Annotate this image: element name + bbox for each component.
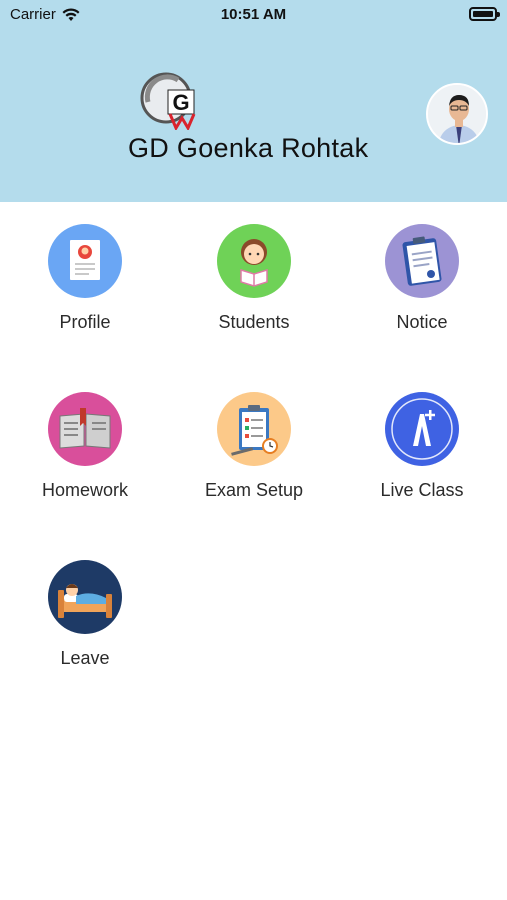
sleeping-bed-icon bbox=[48, 560, 122, 634]
clipboard-notice-icon bbox=[385, 224, 459, 298]
app-header: Carrier 10:51 AM G GD Goenka Rohtak bbox=[0, 0, 507, 202]
exam-checklist-icon bbox=[217, 392, 291, 466]
menu-item-live-class[interactable]: Live Class bbox=[347, 392, 497, 501]
menu-item-label: Homework bbox=[41, 480, 129, 500]
menu-item-students[interactable]: Students bbox=[179, 224, 329, 333]
user-photo-icon bbox=[428, 85, 486, 143]
profile-card-icon bbox=[48, 224, 122, 298]
school-logo: G bbox=[140, 72, 196, 130]
status-bar: Carrier 10:51 AM bbox=[0, 0, 507, 30]
menu-item-notice[interactable]: Notice bbox=[347, 224, 497, 333]
live-class-icon bbox=[385, 392, 459, 466]
open-book-icon bbox=[48, 392, 122, 466]
menu-item-label: Students bbox=[218, 312, 290, 332]
menu-item-exam-setup[interactable]: Exam Setup bbox=[179, 392, 329, 501]
menu-item-label: Live Class bbox=[380, 480, 464, 500]
school-name: GD Goenka Rohtak bbox=[128, 133, 369, 163]
user-avatar[interactable] bbox=[426, 83, 488, 145]
student-reading-icon bbox=[217, 224, 291, 298]
status-time: 10:51 AM bbox=[220, 6, 287, 23]
menu-item-label: Notice bbox=[396, 312, 448, 332]
menu-item-leave[interactable]: Leave bbox=[10, 560, 160, 669]
menu-item-profile[interactable]: Profile bbox=[10, 224, 160, 333]
svg-text:G: G bbox=[172, 90, 189, 115]
battery-icon bbox=[469, 7, 500, 21]
menu-item-label: Leave bbox=[60, 648, 110, 668]
menu-item-label: Profile bbox=[59, 312, 111, 332]
menu-item-homework[interactable]: Homework bbox=[10, 392, 160, 501]
menu-item-label: Exam Setup bbox=[204, 480, 304, 500]
